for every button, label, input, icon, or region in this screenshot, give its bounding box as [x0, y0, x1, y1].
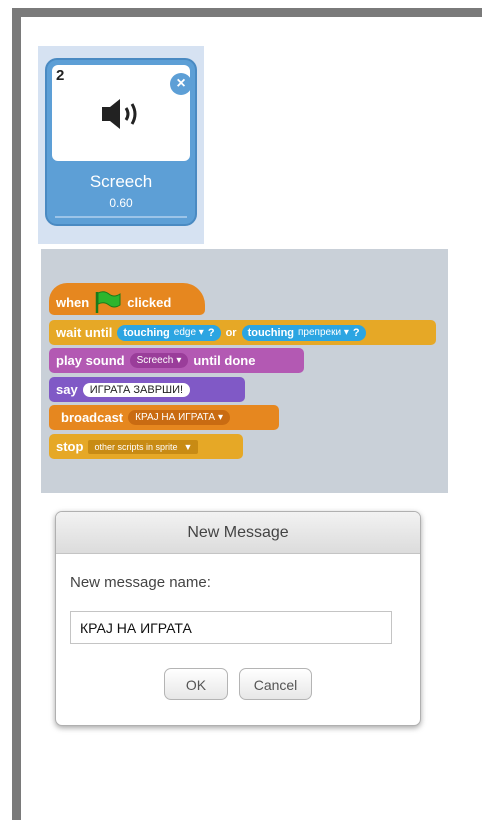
question-mark: ?: [207, 326, 215, 339]
ok-button[interactable]: OK: [164, 668, 228, 700]
or-label: or: [225, 326, 237, 339]
sound-value: Screech: [136, 355, 174, 366]
target-value: препреки: [298, 327, 342, 338]
cancel-button[interactable]: Cancel: [239, 668, 312, 700]
delete-sound-button[interactable]: ×: [170, 73, 192, 95]
sound-card[interactable]: 2 × Screech 0.60: [45, 58, 197, 226]
play-sound-block[interactable]: play sound Screech ▾ until done: [49, 348, 304, 373]
broadcast-label: broadcast: [61, 410, 124, 425]
wait-until-label: wait until: [56, 325, 113, 340]
question-mark: ?: [352, 326, 360, 339]
message-name-label: New message name:: [70, 574, 211, 591]
message-value: КРАЈ НА ИГРАТА: [135, 412, 216, 423]
when-flag-clicked-block[interactable]: when clicked: [49, 283, 205, 315]
stop-label: stop: [56, 439, 84, 454]
broadcast-block[interactable]: broadcast КРАЈ НА ИГРАТА ▾: [49, 405, 279, 430]
speaker-icon: [102, 99, 137, 129]
target-value: edge: [173, 327, 197, 338]
sound-number: 2: [56, 67, 65, 84]
stop-block[interactable]: stop other scripts in sprite ▼: [49, 434, 243, 459]
green-flag-icon: [95, 291, 121, 313]
wait-until-block[interactable]: wait until touching edge ▾ ? or touching…: [49, 320, 436, 345]
sound-duration: 0.60: [109, 196, 133, 210]
touching-obstacles-reporter[interactable]: touching препреки ▾ ?: [241, 324, 366, 341]
say-text-input[interactable]: ИГРАТА ЗАВРШИ!: [82, 382, 191, 397]
sound-dropdown[interactable]: Screech ▾: [129, 353, 189, 368]
play-sound-label: play sound: [56, 353, 125, 368]
touching-label: touching: [247, 326, 295, 339]
clicked-label: clicked: [127, 294, 172, 310]
message-dropdown[interactable]: КРАЈ НА ИГРАТА ▾: [128, 410, 231, 425]
divider: [55, 216, 187, 218]
chevron-down-icon: ▼: [183, 441, 193, 452]
until-done-label: until done: [193, 353, 256, 368]
stop-option-dropdown[interactable]: other scripts in sprite ▼: [88, 439, 199, 454]
touching-label: touching: [123, 326, 170, 339]
say-label: say: [56, 382, 78, 397]
sound-name: Screech: [89, 172, 153, 191]
new-message-dialog: New Message New message name: OK Cancel: [55, 511, 421, 726]
say-block[interactable]: say ИГРАТА ЗАВРШИ!: [49, 377, 245, 402]
target-dropdown[interactable]: препреки ▾: [298, 327, 349, 338]
when-label: when: [56, 294, 90, 310]
stop-option-value: other scripts in sprite: [94, 441, 178, 452]
message-name-input[interactable]: [70, 611, 392, 644]
target-dropdown[interactable]: edge ▾: [173, 327, 204, 338]
touching-edge-reporter[interactable]: touching edge ▾ ?: [117, 324, 221, 341]
sound-thumbnail: 2 ×: [52, 65, 192, 161]
dialog-title: New Message: [56, 512, 420, 554]
